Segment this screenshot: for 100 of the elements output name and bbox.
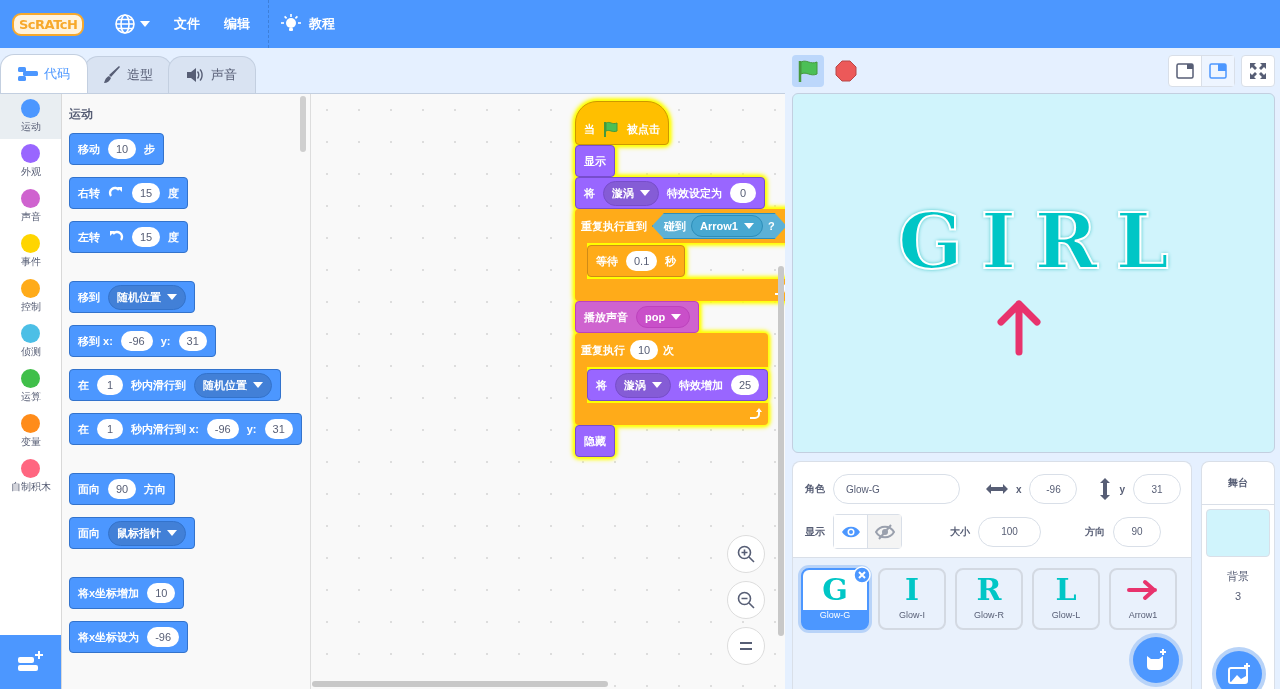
code-block[interactable]: 将 漩涡 特效设定为 0 [575,177,765,209]
dropdown-menu[interactable]: pop [636,306,691,328]
category-item[interactable]: 运算 [0,364,61,409]
block-label: 移到 x: [78,333,113,349]
backdrops-label: 背景 [1227,569,1249,584]
horizontal-arrows-icon [985,483,1008,495]
code-block[interactable]: 左转 15 度 [69,221,189,253]
zoom-reset-icon [739,641,753,651]
dropdown-menu[interactable]: 漩涡 [615,372,671,398]
delete-icon[interactable] [853,566,871,584]
code-block[interactable]: 面向 鼠标指针 [69,517,195,549]
add-sprite-icon [1144,648,1168,672]
caret-icon [640,190,650,196]
number-input[interactable]: 90 [108,479,137,499]
block-label: 度 [168,229,180,245]
editor-tab[interactable]: 声音 [168,56,256,93]
code-block[interactable]: 隐藏 [575,425,615,457]
speaker-icon [187,67,205,83]
code-block[interactable]: 移到 x: -96 y: 31 [69,325,216,357]
number-input[interactable]: 1 [97,375,123,395]
code-block[interactable]: 将 漩涡 特效增加 25 [587,369,769,401]
dropdown-menu[interactable]: 随机位置 [108,284,186,310]
stop-icon [835,59,857,82]
loop-block-header[interactable]: 重复执行 10 次 [575,333,769,367]
caret-icon [167,294,177,300]
code-block[interactable]: 面向 90 方向 [69,473,176,505]
fullscreen-button[interactable] [1241,54,1275,87]
code-block[interactable]: 移动 10 步 [69,133,165,165]
code-block[interactable]: 将x坐标增加 10 [69,577,185,609]
sprite-tile[interactable]: R Glow-R [955,568,1023,630]
backdrop-thumbnail[interactable] [1206,509,1270,557]
sprite-name: Glow-G [818,610,852,620]
block-label: 秒 [665,253,677,269]
number-input[interactable]: 0.1 [626,251,658,271]
number-input[interactable]: 10 [147,583,176,603]
scrollbar[interactable] [300,96,306,152]
field-label: 角色 [805,482,825,496]
number-input[interactable]: 10 [108,139,137,159]
field-label: 显示 [805,524,825,539]
category-item[interactable]: 外观 [0,139,61,184]
scrollbar[interactable] [312,681,608,687]
run-flag-button[interactable] [792,54,824,87]
category-item[interactable]: 控制 [0,274,61,319]
scrollbar[interactable] [778,266,784,636]
block-label: 度 [168,185,180,201]
block-label: 重复执行 [581,342,625,358]
zoom-out-button[interactable] [727,581,765,619]
category-item[interactable]: 声音 [0,184,61,229]
normal-stage-button[interactable] [1201,55,1234,86]
category-item[interactable]: 自制积木 [0,454,61,499]
category-label: 运动 [20,120,41,134]
add-extension-icon [17,651,44,673]
number-input[interactable]: 15 [132,183,161,203]
code-block[interactable]: 右转 15 度 [69,177,189,209]
up-arrow-sprite[interactable] [996,300,1042,356]
block-label: y: [160,335,171,347]
code-block[interactable]: 播放声音 pop [575,301,700,333]
zoom-in-button[interactable] [727,535,765,573]
code-block[interactable]: 等待 0.1 秒 [587,245,686,277]
caret-icon [140,21,151,27]
number-input[interactable]: 1 [97,419,123,439]
category-item[interactable]: 运动 [0,94,61,139]
category-item[interactable]: 侦测 [0,319,61,364]
block-label: 在 [78,377,89,393]
zoom-reset-button[interactable] [727,627,765,665]
category-item[interactable]: 事件 [0,229,61,274]
code-block[interactable]: 移到 随机位置 [69,281,195,313]
number-input[interactable]: -96 [147,627,180,647]
sprite-tile[interactable]: I Glow-I [878,568,946,630]
category-heading: 运动 [69,106,94,123]
category-label: 声音 [20,210,41,224]
category-item[interactable]: 变量 [0,409,61,454]
number-input[interactable]: 0 [730,183,756,203]
block-label: 将x坐标设为 [78,629,140,645]
code-block[interactable]: 在 1 秒内滑行到 随机位置 [69,369,281,401]
block-label: 隐藏 [584,433,606,449]
sprite-tile[interactable]: Arrow1 [1109,568,1177,630]
number-input[interactable]: -96 [120,331,153,351]
add-sprite-button[interactable] [1133,637,1179,683]
dropdown-menu[interactable]: 漩涡 [603,180,659,206]
add-backdrop-button[interactable] [1216,651,1262,689]
code-block[interactable]: 在 1 秒内滑行到 x: -96 y: 31 [69,413,302,445]
dropdown-menu[interactable]: 鼠标指针 [108,520,186,546]
number-input[interactable]: 31 [178,331,207,351]
hide-button[interactable] [867,515,901,548]
fullscreen-icon [1250,62,1266,79]
code-block[interactable]: 显示 [575,145,615,177]
caret-icon [167,530,177,536]
dropdown-menu[interactable]: 随机位置 [194,372,272,398]
category-label: 运算 [20,390,41,404]
caret-icon [652,382,662,388]
sprite-tile[interactable]: L Glow-L [1032,568,1100,630]
flag-icon [603,121,619,137]
add-extension-button[interactable] [0,635,61,689]
number-input[interactable]: 15 [132,227,161,247]
number-input[interactable]: 25 [731,375,760,395]
number-input[interactable]: 10 [630,340,659,360]
number-input[interactable]: 31 [264,419,293,439]
number-input[interactable]: -96 [206,419,239,439]
code-block[interactable]: 将x坐标设为 -96 [69,621,189,653]
